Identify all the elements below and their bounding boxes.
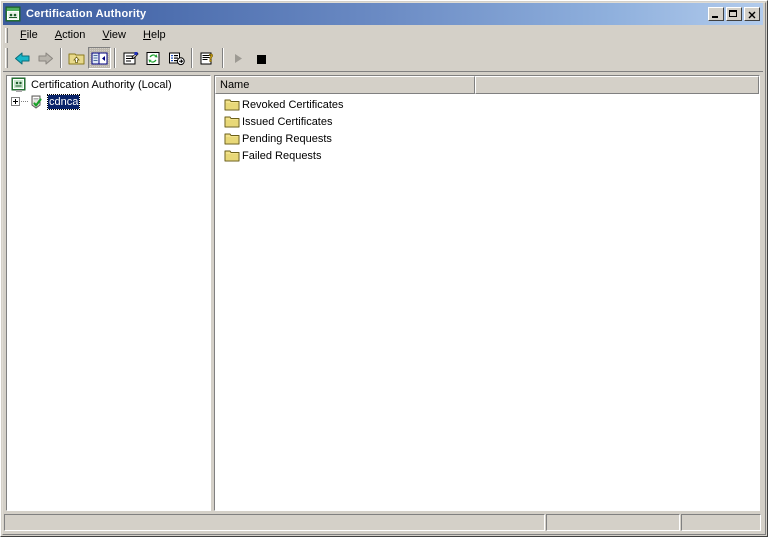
toolbar-separator <box>60 48 62 68</box>
close-button[interactable] <box>744 7 760 21</box>
list-item-label: Failed Requests <box>242 149 322 162</box>
help-button[interactable] <box>196 47 219 69</box>
menu-item-help[interactable]: Help <box>135 27 175 44</box>
list-header: Name <box>215 76 759 94</box>
minimize-button[interactable] <box>708 7 724 21</box>
menu-item-action-label: ction <box>62 29 86 41</box>
list-item[interactable]: Pending Requests <box>215 130 759 147</box>
menu-item-view[interactable]: View <box>94 27 135 44</box>
toolbar-separator <box>191 48 193 68</box>
list-body: Revoked Certificates Issued Certificates <box>215 94 759 164</box>
menu-item-file[interactable]: File <box>12 27 47 44</box>
toolbar-separator <box>222 48 224 68</box>
tree-expander-icon[interactable] <box>11 97 20 106</box>
application-window: Certification Authority File Action View… <box>0 0 768 537</box>
column-header-name[interactable]: Name <box>215 76 475 94</box>
list-item-label: Revoked Certificates <box>242 98 344 111</box>
stop-service-button[interactable] <box>250 47 273 69</box>
menu-item-view-label: iew <box>109 29 126 41</box>
list-item-label: Pending Requests <box>242 132 332 145</box>
status-pane-main <box>4 514 545 531</box>
list-item[interactable]: Failed Requests <box>215 147 759 164</box>
list-item-label: Issued Certificates <box>242 115 333 128</box>
toolbar-separator <box>114 48 116 68</box>
column-header-empty[interactable] <box>475 76 759 94</box>
mmc-console-icon <box>5 6 21 22</box>
up-one-level-button[interactable] <box>65 47 88 69</box>
maximize-button[interactable] <box>726 7 742 21</box>
window-title: Certification Authority <box>26 8 147 20</box>
window-controls <box>708 7 760 21</box>
status-bar <box>3 512 763 532</box>
back-button[interactable] <box>11 47 34 69</box>
folder-icon <box>224 148 240 164</box>
folder-icon <box>224 114 240 130</box>
list-item[interactable]: Revoked Certificates <box>215 96 759 113</box>
list-item[interactable]: Issued Certificates <box>215 113 759 130</box>
title-bar[interactable]: Certification Authority <box>3 3 763 25</box>
show-console-tree-button[interactable] <box>88 47 111 69</box>
mmc-console-icon <box>11 77 27 93</box>
results-list-pane[interactable]: Name Revoked Certificates Issued Certifi… <box>214 75 760 511</box>
tree-connector-line <box>21 101 28 102</box>
menu-grip[interactable] <box>5 28 8 43</box>
tree-item-label: cdnca <box>46 93 81 110</box>
refresh-button[interactable] <box>142 47 165 69</box>
folder-icon <box>224 131 240 147</box>
tool-bar <box>3 45 763 72</box>
content-area: Certification Authority (Local) cdnca Na… <box>3 73 763 511</box>
menu-item-action[interactable]: Action <box>47 27 95 44</box>
tree-item-cdnca[interactable]: cdnca <box>7 93 210 110</box>
properties-button[interactable] <box>119 47 142 69</box>
tree-item-label: Certification Authority (Local) <box>31 78 172 91</box>
console-tree-pane[interactable]: Certification Authority (Local) cdnca <box>6 75 211 511</box>
menu-item-help-label: elp <box>150 29 166 41</box>
folder-icon <box>224 97 240 113</box>
forward-button <box>34 47 57 69</box>
status-pane-tertiary <box>681 514 761 531</box>
menu-item-file-label: ile <box>26 29 38 41</box>
tree-item-certification-authority-local[interactable]: Certification Authority (Local) <box>7 76 210 93</box>
start-service-button <box>227 47 250 69</box>
status-pane-secondary <box>546 514 680 531</box>
ca-shield-check-icon <box>29 94 45 110</box>
menu-bar: File Action View Help <box>3 26 763 45</box>
export-list-button[interactable] <box>165 47 188 69</box>
toolbar-grip[interactable] <box>5 48 8 68</box>
